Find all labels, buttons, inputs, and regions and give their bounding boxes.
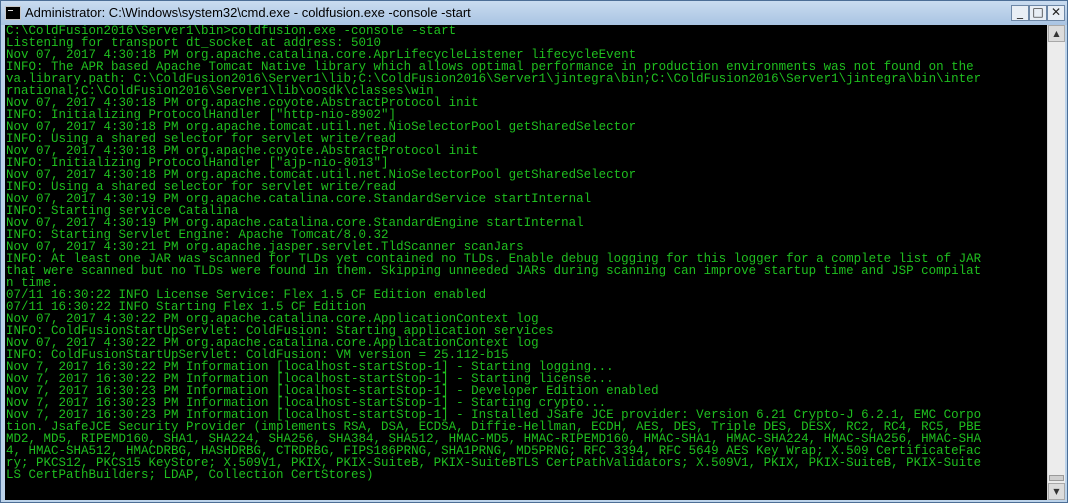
scroll-thumb[interactable]: [1049, 475, 1064, 481]
cmd-icon[interactable]: [5, 6, 21, 20]
console-line: LS CertPathBuilders; LDAP, Collection Ce…: [6, 468, 374, 482]
cmd-window: Administrator: C:\Windows\system32\cmd.e…: [0, 0, 1068, 503]
maximize-button[interactable]: □: [1029, 5, 1047, 21]
console-output[interactable]: C:\ColdFusion2016\Server1\bin>coldfusion…: [5, 25, 1047, 500]
console-line: that were scanned but no TLDs were found…: [6, 264, 982, 278]
close-button[interactable]: ✕: [1047, 5, 1065, 21]
minimize-button[interactable]: _: [1011, 5, 1029, 21]
vertical-scrollbar[interactable]: ▲ ▼: [1047, 25, 1065, 500]
scroll-down-button[interactable]: ▼: [1048, 483, 1065, 500]
window-title: Administrator: C:\Windows\system32\cmd.e…: [25, 5, 471, 20]
title-bar[interactable]: Administrator: C:\Windows\system32\cmd.e…: [1, 1, 1067, 25]
scroll-up-button[interactable]: ▲: [1048, 25, 1065, 42]
console-text: C:\ColdFusion2016\Server1\bin>coldfusion…: [6, 25, 981, 481]
